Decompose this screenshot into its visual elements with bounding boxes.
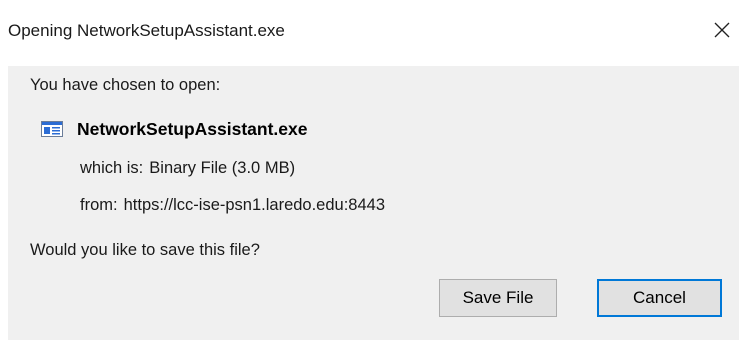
window-title: Opening NetworkSetupAssistant.exe xyxy=(8,21,285,40)
close-button[interactable] xyxy=(706,14,738,46)
file-source-label: from: xyxy=(80,196,118,214)
close-icon xyxy=(714,22,730,38)
executable-file-icon xyxy=(41,121,63,137)
save-file-button[interactable]: Save File xyxy=(439,279,557,317)
save-question: Would you like to save this file? xyxy=(30,241,260,259)
intro-text: You have chosen to open: xyxy=(30,76,221,94)
file-row: NetworkSetupAssistant.exe xyxy=(41,117,308,141)
cancel-button[interactable]: Cancel xyxy=(597,279,722,317)
file-type-row: which is: Binary File (3.0 MB) xyxy=(80,157,295,179)
dialog-content: You have chosen to open: NetworkSetupAss… xyxy=(8,66,739,340)
file-type-value: Binary File (3.0 MB) xyxy=(149,159,296,177)
file-type-label: which is: xyxy=(80,159,144,177)
file-source-url: https://lcc-ise-psn1.laredo.edu:8443 xyxy=(123,196,385,214)
download-dialog-window: Opening NetworkSetupAssistant.exe You ha… xyxy=(0,0,746,348)
file-source-row: from: https://lcc-ise-psn1.laredo.edu:844… xyxy=(80,194,385,216)
file-name: NetworkSetupAssistant.exe xyxy=(77,119,308,139)
title-bar: Opening NetworkSetupAssistant.exe xyxy=(0,0,746,66)
